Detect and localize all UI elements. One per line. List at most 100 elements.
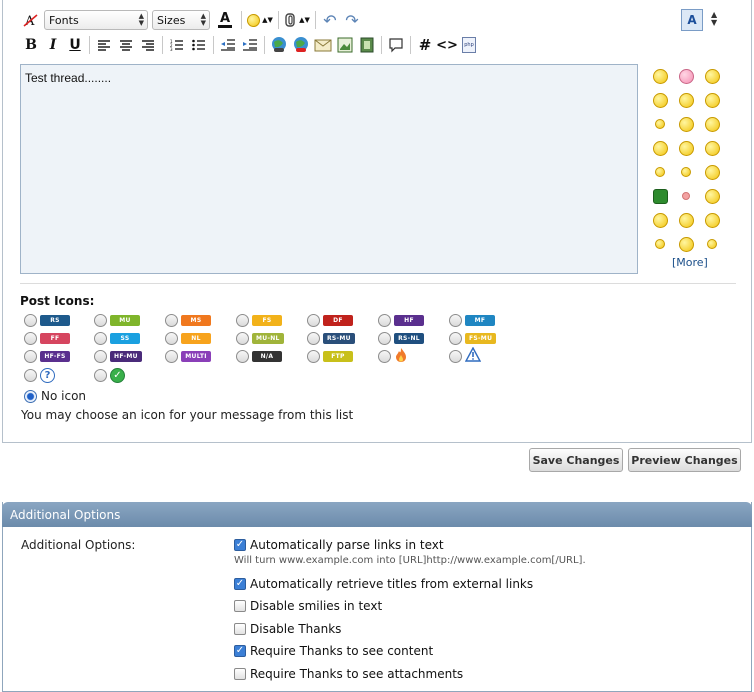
checkbox-checked[interactable]: ✓	[234, 645, 246, 657]
radio-button[interactable]	[165, 331, 178, 345]
insert-email-icon[interactable]	[312, 34, 334, 56]
post-icon-option[interactable]: FS	[236, 312, 282, 328]
radio-button[interactable]	[378, 313, 391, 327]
insert-video-icon[interactable]	[356, 34, 378, 56]
post-icon-option[interactable]: SS	[94, 330, 140, 346]
radio-button[interactable]	[165, 349, 178, 363]
radio-button-selected[interactable]	[24, 389, 37, 403]
post-icon-option[interactable]: HF	[378, 312, 424, 328]
radio-button[interactable]	[94, 368, 107, 382]
radio-button[interactable]	[94, 313, 107, 327]
radio-button[interactable]	[449, 313, 462, 327]
option-checkbox-row[interactable]: ✓ Require Thanks to see content	[234, 644, 433, 658]
php-code-button[interactable]: php	[458, 34, 480, 56]
checkbox[interactable]	[234, 600, 246, 612]
option-checkbox-row[interactable]: ✓ Automatically retrieve titles from exte…	[234, 577, 533, 591]
post-icon-option[interactable]: HF-FS	[24, 348, 70, 364]
insert-link-icon[interactable]	[268, 34, 290, 56]
smilie-icon[interactable]	[676, 138, 696, 158]
post-icon-option[interactable]: ✓	[94, 367, 125, 383]
smilie-icon[interactable]	[676, 234, 696, 254]
underline-button[interactable]: U	[64, 34, 86, 56]
radio-button[interactable]	[24, 368, 37, 382]
coffee-smilie-icon[interactable]	[650, 90, 670, 110]
smilie-icon[interactable]	[702, 66, 722, 86]
preview-changes-button[interactable]: Preview Changes	[628, 448, 741, 472]
post-icon-option[interactable]: DF	[307, 312, 353, 328]
switch-editor-mode-icon[interactable]: A	[681, 9, 703, 31]
post-icon-option[interactable]	[449, 346, 482, 364]
save-changes-button[interactable]: Save Changes	[529, 448, 623, 472]
size-select[interactable]: Sizes ▲ ▼	[152, 10, 210, 30]
radio-button[interactable]	[236, 331, 249, 345]
option-checkbox-row[interactable]: Require Thanks to see attachments	[234, 667, 463, 681]
option-checkbox-row[interactable]: Disable smilies in text	[234, 599, 382, 613]
smilie-icon[interactable]	[650, 234, 670, 254]
font-select[interactable]: Fonts ▲ ▼	[44, 10, 148, 30]
smilie-icon[interactable]	[650, 138, 670, 158]
smilie-icon[interactable]	[676, 90, 696, 110]
post-icon-option[interactable]: NL	[165, 330, 211, 346]
post-icon-option[interactable]	[378, 347, 408, 364]
attach-button[interactable]: ▲▼	[282, 9, 312, 31]
align-left-icon[interactable]	[93, 34, 115, 56]
smilie-icon[interactable]	[676, 210, 696, 230]
italic-button[interactable]: I	[42, 34, 64, 56]
post-icon-option[interactable]: FS-MU	[449, 330, 497, 346]
option-checkbox-row[interactable]: ✓ Automatically parse links in text	[234, 538, 444, 552]
smilie-icon[interactable]	[676, 186, 696, 206]
smilie-icon[interactable]	[702, 210, 722, 230]
quote-icon[interactable]	[385, 34, 407, 56]
smilie-icon[interactable]	[702, 162, 722, 182]
post-icon-option-none[interactable]	[24, 388, 40, 404]
redo-icon[interactable]: ↷	[341, 9, 363, 31]
radio-button[interactable]	[378, 331, 391, 345]
smilie-icon[interactable]	[676, 114, 696, 134]
post-icon-option[interactable]: HF-MU	[94, 348, 142, 364]
remove-format-icon[interactable]: A	[20, 9, 42, 31]
unordered-list-icon[interactable]	[188, 34, 210, 56]
radio-button[interactable]	[94, 331, 107, 345]
more-smilies-link[interactable]: [More]	[672, 256, 708, 269]
option-checkbox-row[interactable]: Disable Thanks	[234, 622, 341, 636]
pig-smilie-icon[interactable]	[676, 66, 696, 86]
radio-button[interactable]	[449, 331, 462, 345]
smilie-icon[interactable]	[702, 234, 722, 254]
post-icon-option[interactable]: MF	[449, 312, 495, 328]
post-icon-option[interactable]: MULTI	[165, 348, 211, 364]
text-color-button[interactable]: A	[212, 9, 238, 31]
radio-button[interactable]	[307, 313, 320, 327]
checkbox[interactable]	[234, 668, 246, 680]
bold-button[interactable]: B	[20, 34, 42, 56]
radio-button[interactable]	[94, 349, 107, 363]
insert-smilie-button[interactable]: ▲▼	[245, 9, 275, 31]
radio-button[interactable]	[24, 349, 37, 363]
radio-button[interactable]	[24, 313, 37, 327]
clover-smilie-icon[interactable]	[650, 186, 670, 206]
smilie-icon[interactable]	[650, 162, 670, 182]
wrap-code-button[interactable]: #	[414, 34, 436, 56]
post-icon-option[interactable]: RS	[24, 312, 70, 328]
radio-button[interactable]	[24, 331, 37, 345]
resize-arrows-icon[interactable]: ▲ ▼	[711, 11, 717, 27]
post-icon-option[interactable]: RS-MU	[307, 330, 355, 346]
smilie-icon[interactable]	[702, 114, 722, 134]
smilie-icon[interactable]	[676, 162, 696, 182]
ordered-list-icon[interactable]: 123	[166, 34, 188, 56]
radio-button[interactable]	[307, 349, 320, 363]
post-icon-option[interactable]: FTP	[307, 348, 353, 364]
post-icon-option[interactable]: N/A	[236, 348, 282, 364]
post-icon-option[interactable]: MS	[165, 312, 211, 328]
radio-button[interactable]	[236, 349, 249, 363]
remove-link-icon[interactable]	[290, 34, 312, 56]
post-icon-option[interactable]: MU-NL	[236, 330, 284, 346]
radio-button[interactable]	[236, 313, 249, 327]
smilie-icon[interactable]	[702, 138, 722, 158]
checkbox-checked[interactable]: ✓	[234, 539, 246, 551]
post-icon-option[interactable]: FF	[24, 330, 70, 346]
smilie-icon[interactable]	[650, 114, 670, 134]
radio-button[interactable]	[378, 349, 391, 363]
checkbox-checked[interactable]: ✓	[234, 578, 246, 590]
align-right-icon[interactable]	[137, 34, 159, 56]
indent-icon[interactable]	[239, 34, 261, 56]
